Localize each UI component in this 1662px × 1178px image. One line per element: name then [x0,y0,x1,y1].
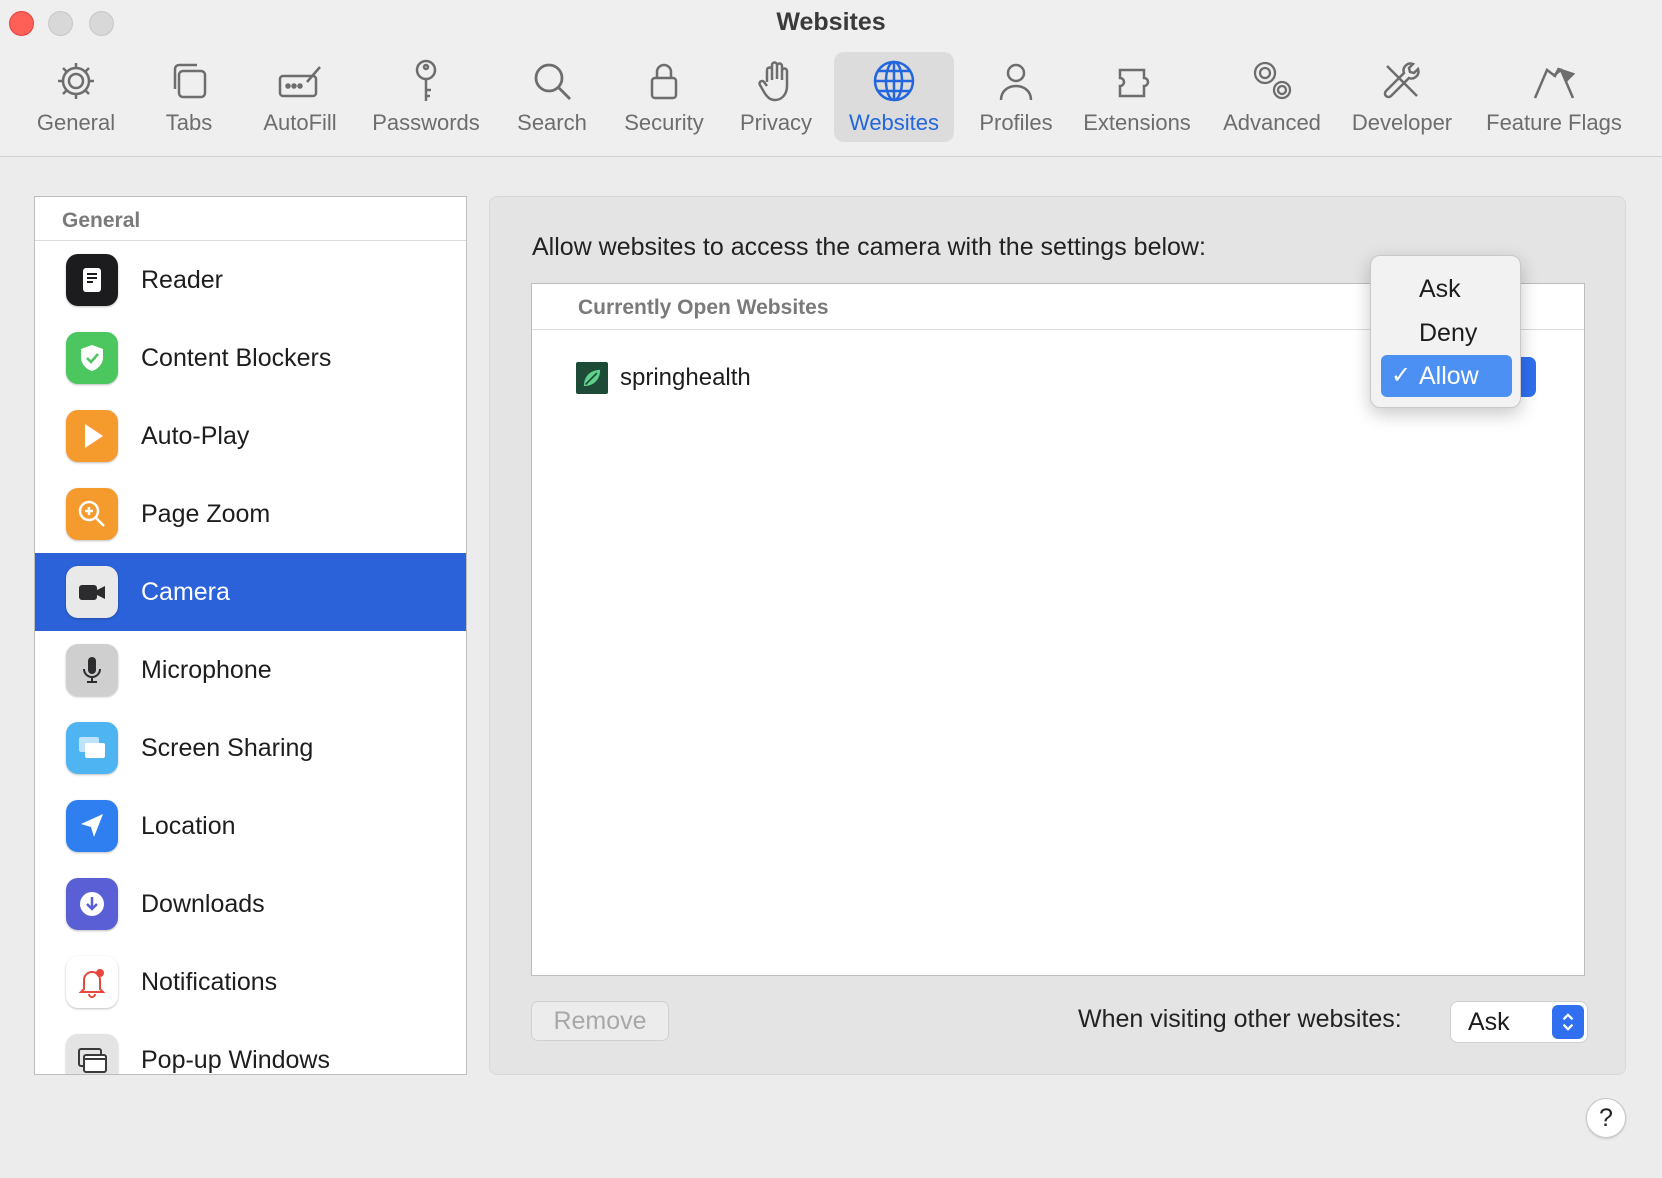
sidebar-item-notifications[interactable]: Notifications [35,943,466,1021]
table-row[interactable]: springhealth [576,362,751,394]
sidebar-item-label: Content Blockers [141,343,332,372]
zoom-icon [66,488,118,540]
sidebar-item-label: Microphone [141,655,272,684]
toolbar-developer[interactable]: Developer [1346,52,1458,142]
menu-item-ask[interactable]: Ask [1381,268,1512,310]
sidebar-item-label: Location [141,811,236,840]
toolbar-extensions[interactable]: Extensions [1078,52,1196,142]
gear-icon [53,58,99,104]
microphone-icon [66,644,118,696]
flags-icon [1531,58,1577,104]
toolbar-passwords[interactable]: Passwords [366,52,486,142]
menu-item-allow[interactable]: ✓ Allow [1381,355,1512,397]
sidebar-item-label: Page Zoom [141,499,271,528]
sidebar-item-auto-play[interactable]: Auto-Play [35,397,466,475]
location-icon [66,800,118,852]
toolbar-search[interactable]: Search [505,52,599,142]
toolbar-privacy[interactable]: Privacy [728,52,824,142]
sidebar-item-location[interactable]: Location [35,787,466,865]
window-title: Websites [776,8,886,36]
bell-icon [66,956,118,1008]
screen-sharing-icon [66,722,118,774]
sidebar-item-screen-sharing[interactable]: Screen Sharing [35,709,466,787]
other-websites-label: When visiting other websites: [1078,1005,1402,1033]
other-websites-select[interactable]: Ask [1450,1001,1588,1043]
toolbar-websites[interactable]: Websites [834,52,954,142]
sidebar-item-label: Reader [141,265,223,294]
lock-icon [641,58,687,104]
other-websites-value: Ask [1468,1008,1510,1036]
hand-icon [753,58,799,104]
site-name: springhealth [620,364,751,391]
key-icon [403,58,449,104]
search-icon [529,58,575,104]
globe-icon [871,58,917,104]
toolbar-tabs[interactable]: Tabs [144,52,234,142]
download-icon [66,878,118,930]
toolbar-profiles[interactable]: Profiles [966,52,1066,142]
sidebar-item-label: Screen Sharing [141,733,314,762]
menu-item-deny[interactable]: Deny [1381,312,1512,354]
gears-icon [1249,58,1295,104]
sidebar-item-camera[interactable]: Camera [35,553,466,631]
chevron-updown-icon [1552,1005,1584,1039]
sidebar-item-label: Pop-up Windows [141,1045,330,1074]
sidebar-item-label: Camera [141,577,230,606]
popup-window-icon [66,1034,118,1074]
sidebar-item-microphone[interactable]: Microphone [35,631,466,709]
puzzle-icon [1114,58,1160,104]
person-icon [993,58,1039,104]
sidebar-item-label: Downloads [141,889,265,918]
sidebar-header: General [35,197,466,241]
sidebar-item-label: Notifications [141,967,278,996]
checkmark-icon: ✓ [1391,362,1412,389]
sidebar-item-downloads[interactable]: Downloads [35,865,466,943]
tools-icon [1379,58,1425,104]
sidebar-item-reader[interactable]: Reader [35,241,466,319]
toolbar-feature-flags[interactable]: Feature Flags [1478,52,1630,142]
help-button[interactable]: ? [1586,1098,1626,1138]
shield-icon [66,332,118,384]
remove-button[interactable]: Remove [531,1001,669,1041]
preferences-window: Websites General Tabs AutoFill Passwords [0,0,1662,1178]
leaf-icon [576,362,608,394]
toolbar-security[interactable]: Security [614,52,714,142]
tabs-icon [166,58,212,104]
camera-icon [66,566,118,618]
sidebar: General Reader Content Blockers Auto-Pla… [34,196,467,1075]
play-icon [66,410,118,462]
toolbar-general[interactable]: General [24,52,128,142]
panel-heading: Allow websites to access the camera with… [532,233,1206,261]
site-setting-menu: Ask Deny ✓ Allow [1370,255,1521,408]
autofill-icon [277,58,323,104]
toolbar-autofill[interactable]: AutoFill [250,52,350,142]
sidebar-item-label: Auto-Play [141,421,250,450]
sidebar-item-pop-up-windows[interactable]: Pop-up Windows [35,1021,466,1074]
sidebar-item-page-zoom[interactable]: Page Zoom [35,475,466,553]
toolbar-advanced[interactable]: Advanced [1215,52,1329,142]
reader-icon [66,254,118,306]
title-bar: Websites General Tabs AutoFill Passwords [0,0,1662,157]
sidebar-item-content-blockers[interactable]: Content Blockers [35,319,466,397]
